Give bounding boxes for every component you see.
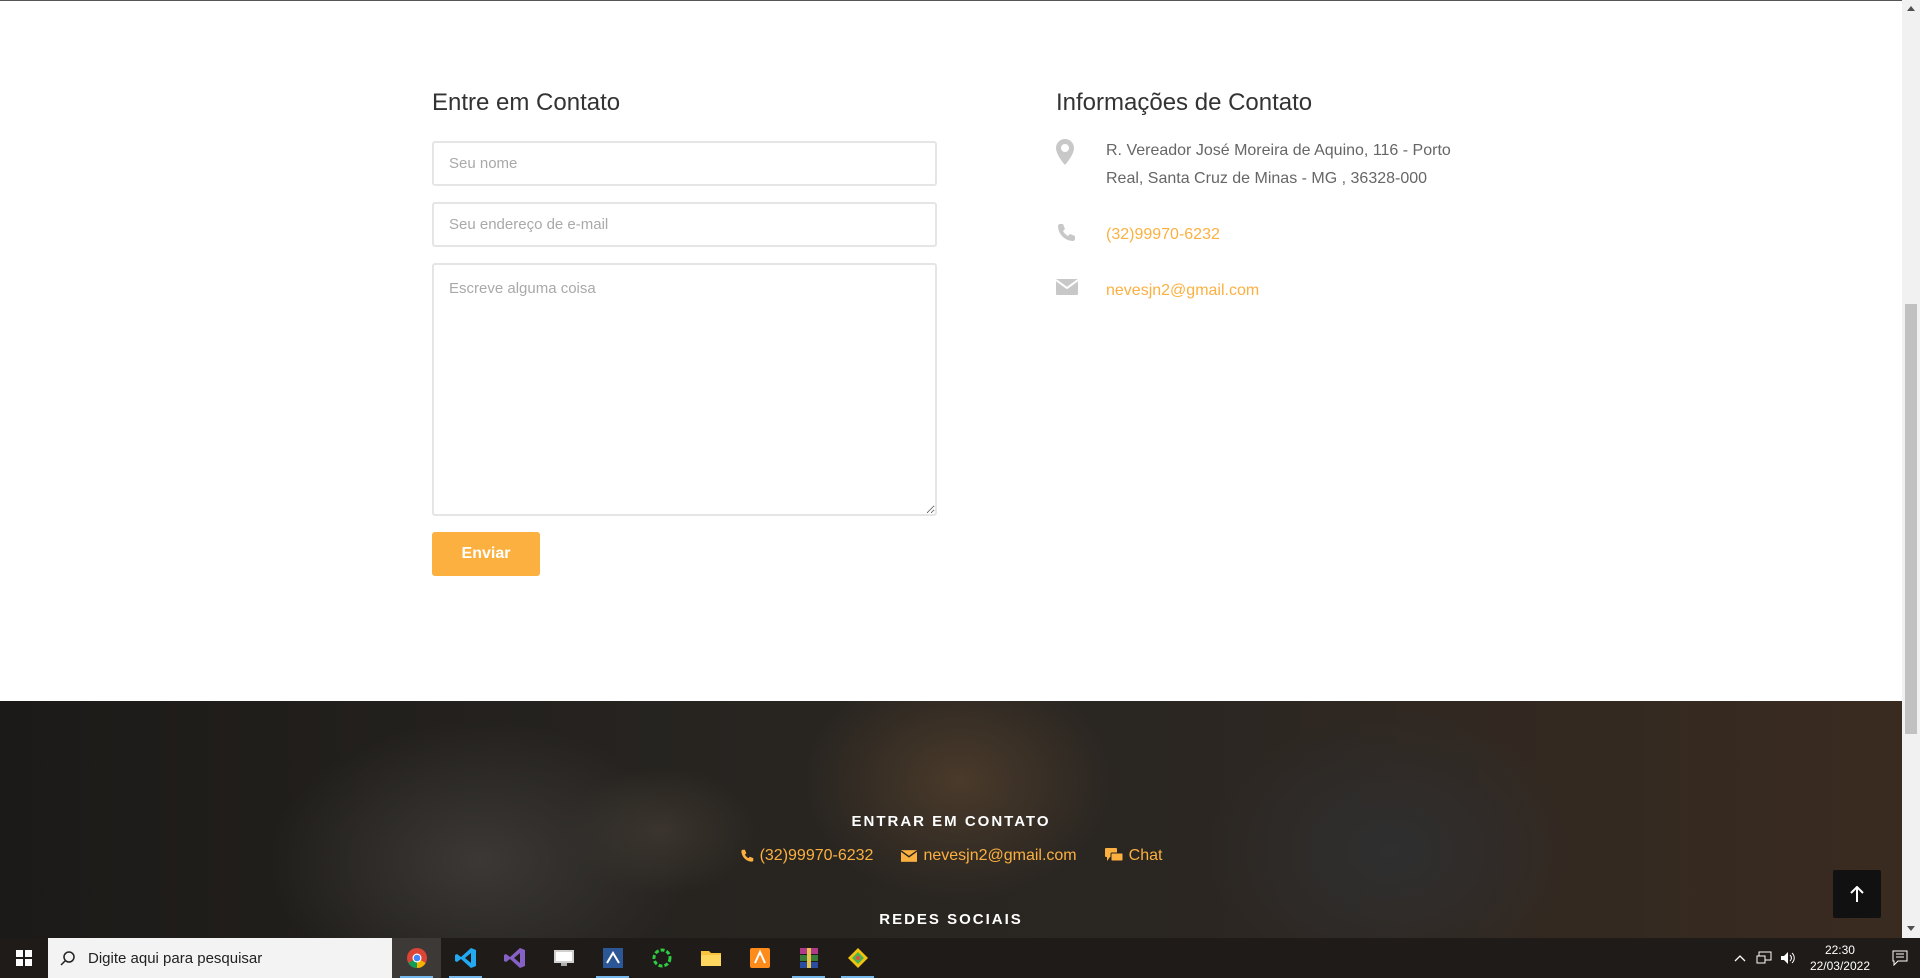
- email-row: nevesjn2@gmail.com: [1055, 277, 1476, 305]
- ssms-icon: [602, 948, 623, 968]
- footer-contact-heading: ENTRAR EM CONTATO: [851, 813, 1051, 830]
- windows-logo-icon: [16, 950, 32, 966]
- loading-ring-icon: [652, 948, 671, 968]
- scroll-down-arrow-icon[interactable]: [1907, 926, 1915, 931]
- map-pin-icon: [1056, 137, 1106, 170]
- phone-link[interactable]: (32)99970-6232: [1106, 221, 1220, 249]
- winrar-icon: [799, 948, 818, 968]
- vscode-icon: [454, 948, 476, 968]
- footer-phone-link[interactable]: (32)99970-6232: [740, 847, 874, 865]
- sublime-icon: [749, 948, 770, 968]
- taskbar-app-vscode[interactable]: [441, 938, 490, 978]
- back-to-top-button[interactable]: [1833, 870, 1881, 918]
- remote-desktop-icon: [553, 950, 574, 966]
- contact-info-title: Informações de Contato: [1056, 89, 1313, 116]
- taskbar-search-placeholder: Digite aqui para pesquisar: [88, 949, 263, 967]
- git-icon: [847, 948, 868, 968]
- vertical-scrollbar[interactable]: [1902, 0, 1920, 938]
- search-icon: [60, 951, 75, 966]
- speaker-icon[interactable]: [1776, 951, 1800, 965]
- taskbar-app-winrar[interactable]: [784, 938, 833, 978]
- contact-info-section: Informações de Contato R. Vereador José …: [1055, 89, 1476, 333]
- scroll-up-arrow-icon[interactable]: [1907, 6, 1915, 11]
- arrow-up-icon: [1850, 886, 1864, 902]
- send-button[interactable]: Enviar: [432, 532, 540, 576]
- clock-time: 22:30: [1824, 943, 1855, 957]
- footer-email-text: nevesjn2@gmail.com: [923, 847, 1077, 864]
- message-textarea[interactable]: [432, 263, 937, 516]
- taskbar-search-box[interactable]: Digite aqui para pesquisar: [48, 938, 392, 978]
- taskbar-clock[interactable]: 22:30 22/03/2022: [1800, 942, 1880, 974]
- visual-studio-icon: [503, 948, 525, 968]
- taskbar-app-remote[interactable]: [539, 938, 588, 978]
- phone-icon: [740, 849, 753, 862]
- taskbar-app-sublime[interactable]: [735, 938, 784, 978]
- envelope-icon: [901, 850, 918, 862]
- footer: ENTRAR EM CONTATO (32)99970-6232 nevesjn…: [0, 701, 1902, 938]
- contact-form-section: Entre em Contato Enviar: [432, 89, 937, 576]
- footer-chat-link[interactable]: Chat: [1104, 847, 1163, 865]
- phone-row: (32)99970-6232: [1056, 221, 1476, 249]
- email-link[interactable]: nevesjn2@gmail.com: [1106, 277, 1259, 305]
- file-explorer-icon: [700, 951, 721, 966]
- contact-form-title: Entre em Contato: [432, 89, 621, 116]
- windows-taskbar: Digite aqui para pesquisar 22:30 22/03/2…: [0, 938, 1920, 978]
- notification-center-icon[interactable]: [1880, 950, 1920, 966]
- browser-viewport: Entre em Contato Enviar Informações de C…: [0, 0, 1902, 938]
- footer-email-link[interactable]: nevesjn2@gmail.com: [901, 847, 1077, 865]
- email-input[interactable]: [432, 202, 937, 247]
- address-row: R. Vereador José Moreira de Aquino, 116 …: [1056, 137, 1476, 193]
- footer-social-heading: REDES SOCIAIS: [879, 911, 1023, 928]
- taskbar-app-visual-studio[interactable]: [490, 938, 539, 978]
- footer-chat-text: Chat: [1128, 847, 1163, 864]
- address-text: R. Vereador José Moreira de Aquino, 116 …: [1106, 142, 1451, 187]
- taskbar-app-git[interactable]: [833, 938, 882, 978]
- phone-icon: [1056, 221, 1106, 248]
- name-input[interactable]: [432, 141, 937, 186]
- taskbar-app-ssms[interactable]: [588, 938, 637, 978]
- scrollbar-thumb[interactable]: [1905, 304, 1917, 734]
- chevron-up-icon[interactable]: [1728, 954, 1752, 962]
- system-tray: 22:30 22/03/2022: [1728, 938, 1920, 978]
- chat-bubbles-icon: [1104, 848, 1123, 862]
- taskbar-app-file-explorer[interactable]: [686, 938, 735, 978]
- start-button[interactable]: [0, 938, 48, 978]
- network-icon[interactable]: [1752, 951, 1776, 965]
- envelope-icon: [1055, 277, 1106, 300]
- footer-contact-links: (32)99970-6232 nevesjn2@gmail.com Chat: [0, 847, 1902, 865]
- clock-date: 22/03/2022: [1809, 959, 1870, 973]
- taskbar-app-loader[interactable]: [637, 938, 686, 978]
- footer-phone-text: (32)99970-6232: [759, 847, 874, 864]
- taskbar-app-chrome[interactable]: [392, 938, 441, 978]
- taskbar-apps: [392, 938, 882, 978]
- chrome-icon: [406, 948, 427, 969]
